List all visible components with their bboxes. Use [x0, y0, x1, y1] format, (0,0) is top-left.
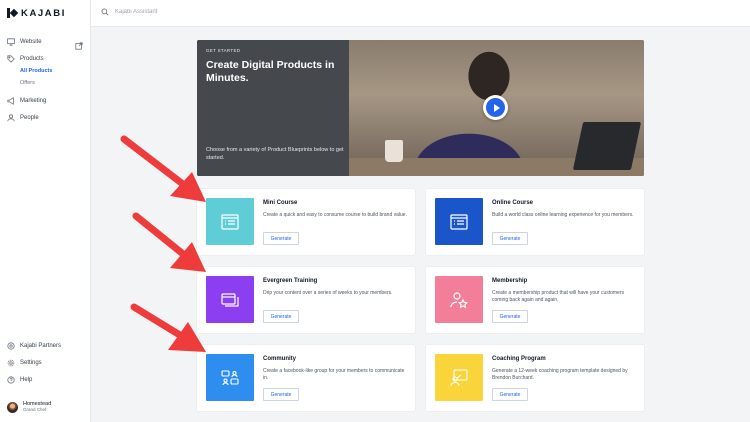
card-thumbnail — [435, 276, 483, 323]
card-thumbnail — [206, 198, 254, 245]
chat-people-icon — [221, 369, 239, 385]
card-thumbnail — [206, 354, 254, 401]
sidebar-item-settings[interactable]: Settings — [7, 358, 42, 368]
hero-description: Choose from a variety of Product Bluepri… — [206, 147, 344, 161]
avatar — [7, 401, 18, 413]
kajabi-logo[interactable]: KAJABI — [7, 6, 66, 20]
course-list-icon — [221, 213, 239, 230]
card-title: Community — [263, 356, 296, 362]
generate-button[interactable]: Generate — [492, 232, 528, 245]
blueprint-card-membership[interactable]: Membership Create a membership product t… — [426, 267, 644, 333]
megaphone-icon — [7, 97, 15, 105]
external-link-icon[interactable] — [75, 37, 83, 50]
kajabi-logo-icon — [7, 8, 17, 18]
card-title: Evergreen Training — [263, 278, 318, 284]
annotation-arrow — [132, 212, 206, 272]
card-description: Drip your content over a series of weeks… — [263, 290, 393, 296]
sidebar-item-marketing[interactable]: Marketing — [7, 96, 46, 106]
course-list-icon — [450, 213, 468, 230]
card-description: Build a world class online learning expe… — [492, 212, 634, 218]
sidebar-subitem-all-products[interactable]: All Products — [20, 67, 52, 75]
generate-button[interactable]: Generate — [263, 388, 299, 401]
sidebar-item-label: Help — [20, 377, 33, 383]
tag-icon — [7, 55, 15, 63]
search-icon — [101, 8, 109, 16]
card-description: Create a quick and easy to consume cours… — [263, 212, 407, 218]
blueprint-card-coaching-program[interactable]: Coaching Program Generate a 12-week coac… — [426, 345, 644, 411]
blueprint-card-online-course[interactable]: Online Course Build a world class online… — [426, 189, 644, 255]
sidebar-item-products[interactable]: Products — [7, 54, 44, 64]
hero-banner: GET STARTED Create Digital Products in M… — [197, 40, 644, 176]
search-bar — [101, 8, 315, 16]
card-thumbnail — [206, 276, 254, 323]
generate-button[interactable]: Generate — [263, 232, 299, 245]
generate-button[interactable]: Generate — [492, 388, 528, 401]
annotation-arrow — [120, 135, 206, 202]
play-video-button[interactable] — [483, 95, 508, 120]
hero-eyebrow: GET STARTED — [206, 48, 241, 53]
logo-text: KAJABI — [21, 7, 66, 19]
stacked-windows-icon — [221, 292, 239, 307]
sidebar-item-people[interactable]: People — [7, 113, 39, 123]
sidebar: KAJABI Website Products All Products Off… — [0, 0, 91, 422]
top-bar — [91, 0, 750, 27]
blueprint-card-community[interactable]: Community Create a facebook-like group f… — [197, 345, 415, 411]
user-info: Homestead Grand Chef — [23, 401, 51, 413]
card-title: Coaching Program — [492, 356, 546, 362]
user-role: Grand Chef — [23, 407, 47, 412]
card-title: Membership — [492, 278, 528, 284]
help-icon — [7, 376, 15, 384]
card-description: Create a membership product that will ha… — [492, 290, 625, 303]
hero-laptop — [572, 122, 642, 170]
coach-board-icon — [450, 368, 468, 386]
member-star-icon — [450, 291, 469, 308]
sidebar-item-label: Products — [20, 56, 44, 62]
annotation-arrow — [130, 303, 206, 352]
card-description: Create a facebook-like group for your me… — [263, 368, 405, 381]
blueprint-card-evergreen-training[interactable]: Evergreen Training Drip your content ove… — [197, 267, 415, 333]
generate-button[interactable]: Generate — [492, 310, 528, 323]
monitor-icon — [7, 38, 15, 46]
card-title: Online Course — [492, 200, 534, 206]
gear-icon — [7, 359, 15, 367]
partners-icon — [7, 342, 15, 350]
sidebar-item-kajabi-partners[interactable]: Kajabi Partners — [7, 341, 61, 351]
sidebar-item-label: Website — [20, 39, 42, 45]
sidebar-item-label: Kajabi Partners — [20, 343, 62, 349]
sidebar-subitem-offers[interactable]: Offers — [20, 79, 35, 87]
card-description: Generate a 12-week coaching program temp… — [492, 368, 628, 381]
card-thumbnail — [435, 354, 483, 401]
hero-title: Create Digital Products in Minutes. — [206, 59, 335, 84]
generate-button[interactable]: Generate — [263, 310, 299, 323]
card-title: Mini Course — [263, 200, 298, 206]
sidebar-item-help[interactable]: Help — [7, 375, 32, 385]
user-profile[interactable]: Homestead Grand Chef — [7, 401, 51, 413]
person-icon — [7, 114, 15, 122]
card-thumbnail — [435, 198, 483, 245]
sidebar-item-label: Settings — [20, 360, 42, 366]
play-icon — [486, 98, 505, 117]
sidebar-item-website[interactable]: Website — [7, 37, 42, 47]
search-input[interactable] — [115, 9, 315, 15]
sidebar-item-label: People — [20, 115, 39, 121]
hero-mug — [385, 140, 403, 162]
blueprint-card-mini-course[interactable]: Mini Course Create a quick and easy to c… — [197, 189, 415, 255]
sidebar-item-label: Marketing — [20, 98, 47, 104]
